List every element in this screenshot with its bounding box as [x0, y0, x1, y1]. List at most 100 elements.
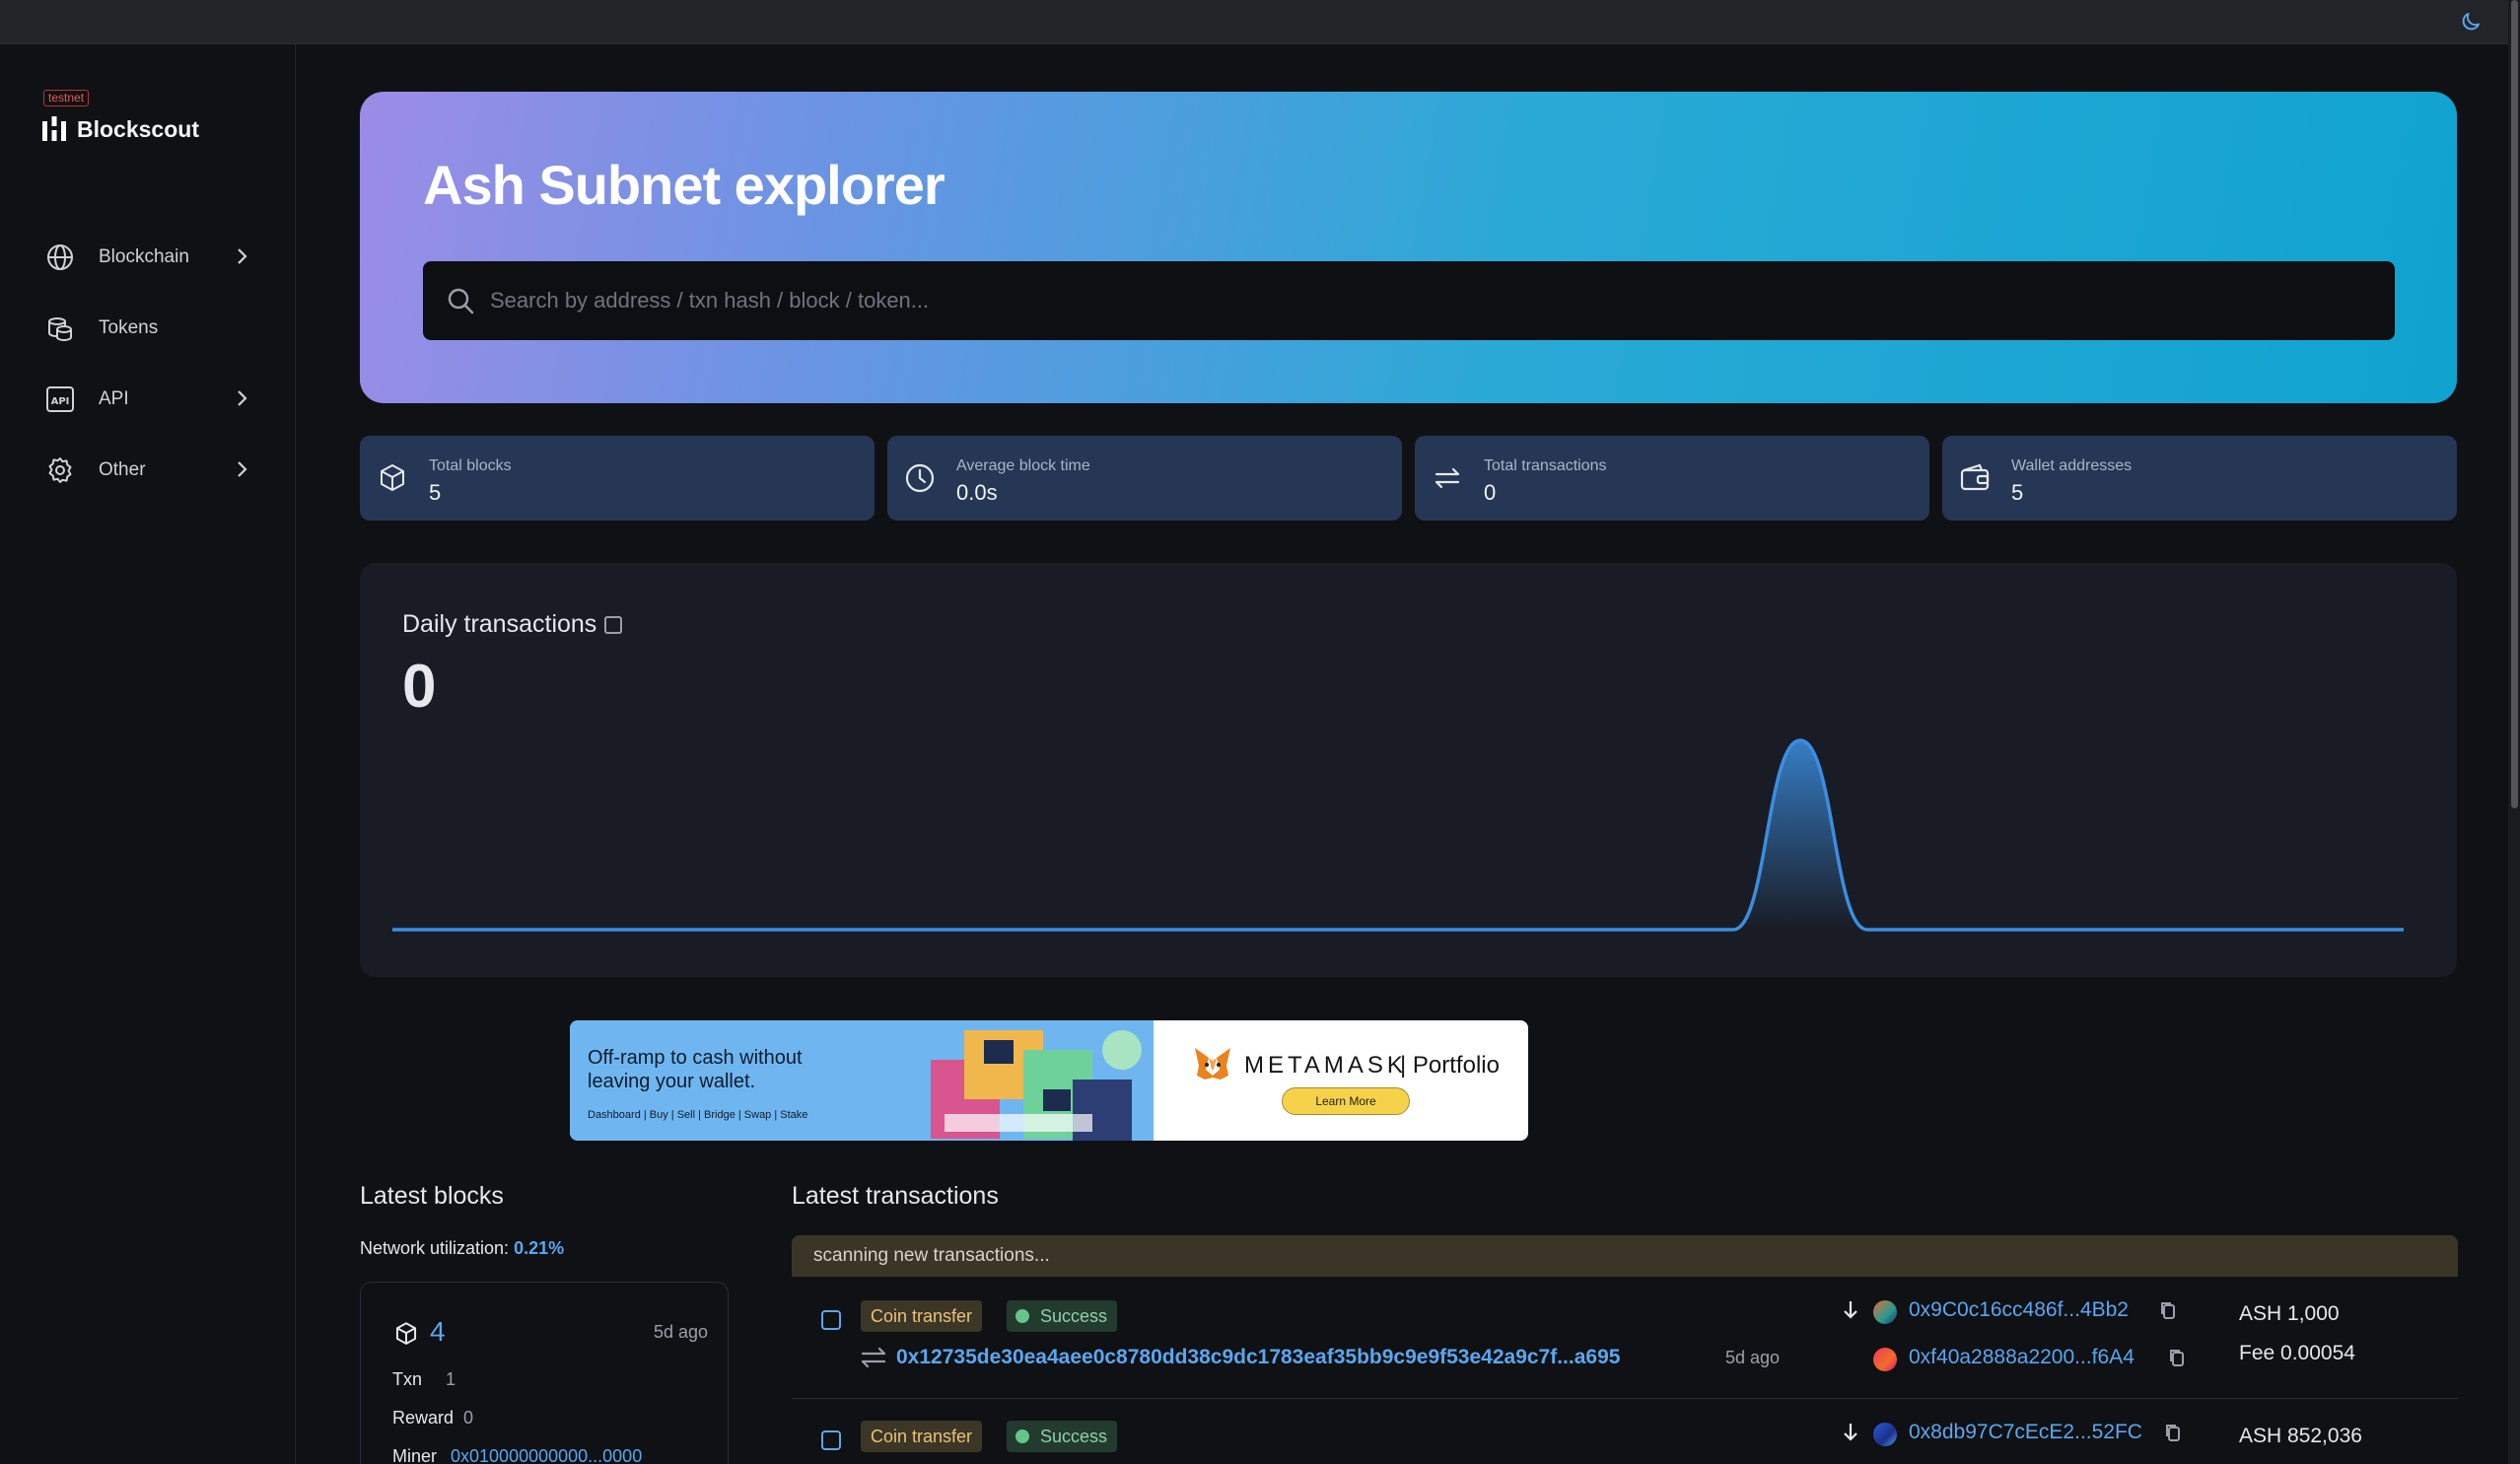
sidebar-item-label: Other — [99, 459, 146, 480]
stat-label: Average block time — [956, 457, 1090, 474]
block-card: 4 5d ago Txn 1 Reward 0 Miner 0x01000000000… — [360, 1282, 729, 1464]
search-input[interactable] — [490, 288, 2363, 314]
block-miner-row: Miner 0x010000000000...0000 — [392, 1446, 643, 1464]
address-avatar — [1873, 1348, 1897, 1371]
stat-value: 0 — [1484, 480, 1497, 505]
network-utilization-value: 0.21% — [514, 1238, 565, 1258]
cube-icon — [395, 1322, 417, 1345]
daily-transactions-card: Daily transactions 0 — [360, 563, 2457, 977]
wallet-icon — [1960, 463, 1990, 491]
transaction-row: Coin transfer Success 0x12735de30ea4aee0… — [792, 1277, 2458, 1399]
info-icon[interactable] — [604, 616, 623, 635]
hero-banner: Ash Subnet explorer — [360, 92, 2457, 403]
search-bar[interactable] — [423, 261, 2395, 340]
from-address-link[interactable]: 0x8db97C7cEcE2...52FC — [1909, 1421, 2142, 1444]
tx-status-badge: Success — [1007, 1421, 1118, 1452]
block-reward-row: Reward 0 — [392, 1408, 474, 1428]
chevron-right-icon — [238, 390, 247, 406]
sidebar-item-tokens[interactable]: Tokens — [45, 305, 252, 352]
copy-icon[interactable] — [2164, 1423, 2182, 1442]
env-badge: testnet — [43, 90, 90, 106]
chart-value: 0 — [402, 653, 437, 721]
gear-icon — [48, 457, 72, 483]
check-icon — [1015, 1309, 1029, 1323]
stat-total-blocks: Total blocks 5 — [360, 436, 875, 521]
moon-icon[interactable] — [2459, 10, 2483, 34]
from-address-link[interactable]: 0x9C0c16cc486f...4Bb2 — [1909, 1298, 2129, 1322]
block-number[interactable]: 4 — [430, 1316, 446, 1348]
scanning-banner: scanning new transactions... — [792, 1235, 2458, 1277]
search-icon — [448, 288, 474, 314]
to-address-link[interactable]: 0xf40a2888a2200...f6A4 — [1909, 1346, 2135, 1369]
tx-value: ASH 852,036 — [2239, 1425, 2362, 1447]
scrollbar[interactable] — [2508, 0, 2520, 1464]
sidebar-item-api[interactable]: API API — [45, 376, 252, 423]
ad-right-panel: METAMASK | Portfolio Learn More — [1154, 1020, 1528, 1141]
network-utilization: Network utilization: 0.21% — [360, 1238, 565, 1258]
stat-label: Total transactions — [1484, 457, 1607, 474]
transaction-row: Coin transfer Success 0x8db97C7cEcE2...5… — [792, 1399, 2458, 1464]
ad-banner[interactable]: Off-ramp to cash without leaving your wa… — [570, 1020, 1528, 1141]
sidebar-item-label: Tokens — [99, 317, 159, 338]
block-age: 5d ago — [653, 1322, 708, 1342]
stat-label: Total blocks — [429, 457, 512, 474]
stat-value: 0.0s — [956, 480, 998, 505]
block-txn-row: Txn 1 — [392, 1369, 456, 1389]
svg-text:API: API — [51, 396, 70, 407]
tx-status-badge: Success — [1007, 1300, 1118, 1332]
tx-value: ASH 1,000 — [2239, 1302, 2340, 1325]
ad-left-panel: Off-ramp to cash without leaving your wa… — [570, 1020, 1154, 1141]
sidebar: testnet Blockscout Blockchain Tokens API… — [0, 44, 296, 1464]
ad-links: Dashboard | Buy | Sell | Bridge | Swap |… — [588, 1109, 808, 1121]
sidebar-item-other[interactable]: Other — [45, 447, 252, 494]
transfer-arrows-icon — [861, 1347, 886, 1368]
stat-value: 5 — [429, 480, 442, 505]
logo[interactable]: Blockscout — [41, 115, 199, 143]
arrow-down-icon — [1844, 1424, 1857, 1441]
tx-fee: Fee 0.00054 — [2239, 1342, 2355, 1364]
coins-icon — [48, 317, 72, 342]
ad-headline: Off-ramp to cash without leaving your wa… — [588, 1047, 803, 1092]
clock-icon — [905, 463, 935, 493]
address-avatar — [1873, 1300, 1897, 1324]
globe-icon — [47, 244, 73, 270]
copy-icon[interactable] — [2168, 1348, 2186, 1367]
blockscout-logo-icon — [42, 116, 66, 141]
arrows-icon — [1435, 467, 1460, 489]
api-icon: API — [46, 386, 74, 412]
info-icon[interactable] — [821, 1310, 841, 1330]
stat-value: 5 — [2011, 480, 2024, 505]
chart-area-fill — [392, 740, 2404, 930]
ad-brand: METAMASK — [1244, 1052, 1407, 1079]
cube-icon — [381, 464, 404, 491]
ad-illustration — [931, 1030, 1142, 1141]
scrollbar-thumb[interactable] — [2511, 0, 2518, 808]
arrow-down-icon — [1844, 1301, 1857, 1319]
stat-total-transactions: Total transactions 0 — [1415, 436, 1929, 521]
logo-text: Blockscout — [77, 115, 199, 142]
tx-type-badge: Coin transfer — [861, 1421, 983, 1452]
stat-average-block-time: Average block time 0.0s — [887, 436, 1402, 521]
sidebar-item-label: API — [99, 388, 129, 409]
stat-wallet-addresses: Wallet addresses 5 — [1942, 436, 2457, 521]
chevron-right-icon — [238, 248, 247, 264]
metamask-fox-icon — [1195, 1048, 1230, 1080]
ad-learn-more-button[interactable]: Learn More — [1282, 1087, 1410, 1115]
copy-icon[interactable] — [2159, 1300, 2177, 1320]
tx-age: 5d ago — [1725, 1348, 1781, 1367]
chart-series-line — [392, 738, 2404, 932]
info-icon[interactable] — [821, 1430, 841, 1450]
daily-transactions-chart — [392, 738, 2404, 932]
sidebar-item-blockchain[interactable]: Blockchain — [45, 234, 252, 281]
sidebar-item-label: Blockchain — [99, 246, 189, 267]
tx-hash-link[interactable]: 0x12735de30ea4aee0c8780dd38c9dc1783eaf35… — [896, 1346, 1620, 1369]
miner-address-link[interactable]: 0x010000000000...0000 — [451, 1446, 642, 1464]
latest-blocks-title: Latest blocks — [360, 1182, 504, 1210]
address-avatar — [1873, 1423, 1897, 1446]
ad-product: | Portfolio — [1400, 1052, 1500, 1079]
top-bar — [0, 0, 2520, 44]
latest-transactions-title: Latest transactions — [792, 1182, 999, 1210]
chart-title: Daily transactions — [402, 610, 623, 639]
chevron-right-icon — [238, 461, 247, 477]
check-icon — [1015, 1429, 1029, 1443]
